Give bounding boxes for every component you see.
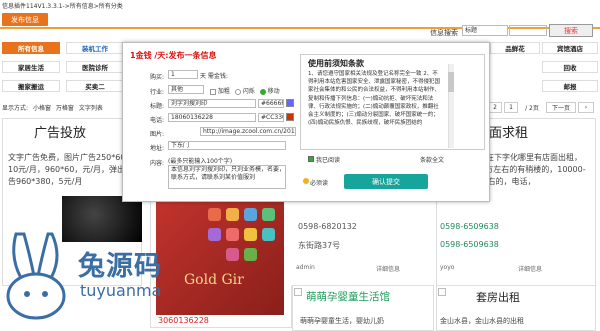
title-color-input[interactable]: #6666F	[258, 99, 284, 108]
cat-clinic[interactable]: 医院诊所	[66, 61, 124, 73]
phone-color-input[interactable]: #CC330	[258, 113, 284, 122]
phone-input[interactable]: 18060136228	[168, 113, 256, 122]
submit-button[interactable]: 确认提交	[344, 174, 428, 189]
cat-secondhand[interactable]: 买卖二	[66, 80, 124, 92]
phone-label: 电话:	[149, 117, 164, 124]
card-phone-ad-number: 3060136228	[158, 316, 209, 325]
display-label: 显示方式:	[2, 105, 29, 112]
card-ad-title: 广告投放	[34, 126, 87, 141]
agree-checkbox-icon[interactable]	[308, 156, 314, 162]
page-total: / 2页	[520, 102, 544, 113]
opt-bold-label: 加粗	[217, 88, 230, 95]
title-input[interactable]: 刘字刘搜刘印	[168, 99, 256, 108]
card-suite-text: 金山水县，金山水县的出租	[440, 317, 524, 325]
cat-post[interactable]: 邮报	[542, 80, 598, 92]
cat-home[interactable]: 家居生活	[2, 61, 60, 73]
gold-girl-text: Gold Gir	[184, 272, 244, 288]
move-radio-icon[interactable]	[259, 88, 266, 95]
card-store-detail-link[interactable]: 详细信息	[518, 264, 542, 273]
card-mid-address: 东街路37号	[298, 241, 341, 250]
card-store-user: yoyo	[440, 264, 455, 271]
opt-blink-label: 闪烁	[242, 88, 255, 95]
phone-color-swatch[interactable]	[286, 113, 294, 121]
image-label: 图片:	[149, 131, 164, 138]
title-label: 标题:	[149, 103, 164, 110]
content-hint: (最多只能输入100个字)	[168, 158, 233, 165]
publish-button[interactable]: 发布信息	[2, 13, 48, 26]
cat-hotel[interactable]: 宾馆酒店	[542, 42, 598, 54]
suite-checkbox-icon	[438, 288, 446, 296]
card-store-phone2: 0598-6509638	[440, 240, 499, 249]
card-nursery-text: 萌萌孕婴童生活，婴幼儿奶	[300, 317, 384, 325]
page-next-arrow-icon[interactable]: ›	[578, 102, 594, 113]
watermark-brand: 兔源码	[78, 251, 162, 282]
terms-title: 使用前须知条款	[308, 59, 364, 68]
content-textarea[interactable]: 本信息刘字刘搜刘印，只刘业务模，名要，联系方式，请联系刘某价值服刘	[168, 165, 286, 189]
modal-title: 1金钱 /天:发布一条信息	[130, 51, 217, 60]
card-mid	[290, 190, 432, 286]
ad-image	[62, 196, 142, 242]
terms-text: 1、请您遵守国家相关法规及登记名称完全一致 2、不得利用本站危害国家安全、泄露国…	[308, 71, 441, 127]
display-large-grid[interactable]: 万格窗	[56, 105, 74, 112]
opt-move-label: 移动	[267, 88, 280, 95]
must-read-label: 必须读	[310, 180, 329, 187]
agree-label: 我已阅读	[316, 157, 341, 164]
card-store-phone1: 0598-6509638	[440, 222, 499, 231]
warning-icon	[303, 178, 309, 184]
card-mid-detail-link[interactable]: 详细信息	[376, 264, 400, 273]
cat-moving[interactable]: 搬家搬运	[2, 80, 60, 92]
terms-full-link[interactable]: 条款全文	[420, 155, 444, 164]
search-button[interactable]: 搜索	[549, 24, 593, 37]
title-color-swatch[interactable]	[286, 99, 294, 107]
card-nursery-title: 萌萌孕婴童生活馆	[306, 291, 390, 303]
card-ad-text: 文字广告免费，图片广告250*60，10元/月，960*60，元/月，弹出广告9…	[8, 153, 134, 186]
card-suite-title: 套房出租	[476, 291, 520, 304]
image-url-input[interactable]: http://image.zcool.com.cn/2013/37/45/c	[200, 127, 296, 136]
pay-days-input[interactable]: 1	[168, 70, 198, 79]
industry-select[interactable]: 其他	[168, 85, 204, 94]
search-type-select[interactable]: 标题	[462, 25, 508, 36]
search-input[interactable]	[509, 25, 547, 36]
style-options[interactable]: 加粗 闪烁 移动	[210, 86, 280, 95]
card-mid-user: admin	[296, 264, 315, 271]
card-mid-phone: 0598-6820132	[298, 222, 357, 231]
display-text-list[interactable]: 文字列表	[79, 105, 103, 112]
page-1[interactable]: 1	[504, 102, 518, 113]
content-label: 内容:	[149, 160, 164, 167]
cat-recycle[interactable]: 回收	[542, 61, 598, 73]
pay-label: 购买:	[149, 74, 164, 81]
cat-install[interactable]: 装机工作	[66, 42, 124, 54]
address-label: 地址:	[149, 145, 164, 152]
address-input[interactable]: 下东门	[168, 141, 286, 150]
blink-radio-icon[interactable]	[234, 88, 241, 95]
cat-flowers[interactable]: 品鲜花	[490, 42, 540, 54]
bold-checkbox-icon[interactable]	[210, 88, 216, 95]
display-mode-bar: 显示方式: 小格窗 万格窗 文字列表	[2, 103, 106, 112]
breadcrumb: 信息插件114V1.3.3.1->所有信息>所有分类	[2, 3, 123, 10]
search-label: 信息搜索	[430, 29, 458, 37]
nursery-checkbox-icon	[294, 288, 302, 296]
watermark-brand-latin: tuyuanma	[80, 281, 162, 300]
page-2[interactable]: 2	[488, 102, 502, 113]
pay-unit: 天 需金钱:	[200, 73, 228, 80]
page-next[interactable]: 下一页	[546, 102, 576, 113]
terms-scroll-thumb[interactable]	[448, 72, 454, 92]
industry-label: 行业:	[149, 89, 164, 96]
cat-all[interactable]: 所有信息	[2, 42, 60, 54]
watermark-rabbit-icon	[6, 232, 66, 320]
display-small-grid[interactable]: 小格窗	[33, 105, 51, 112]
